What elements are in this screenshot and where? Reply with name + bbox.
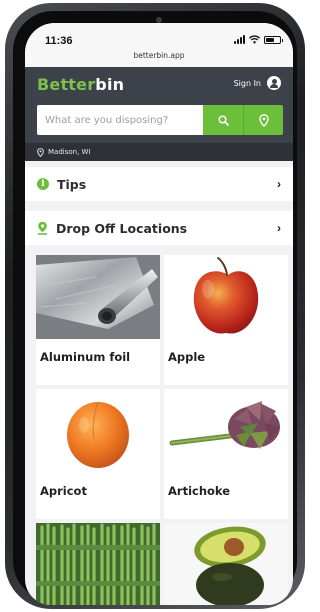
sign-in-label: Sign In — [233, 78, 261, 88]
info-icon: i — [37, 178, 49, 190]
item-card[interactable]: Artichoke — [164, 389, 288, 519]
dropoff-label: Drop Off Locations — [56, 220, 188, 236]
item-name: Artichoke — [168, 484, 231, 498]
sign-in-button[interactable]: Sign In — [234, 76, 281, 90]
item-name: Apple — [168, 350, 206, 364]
clock: 11:36 — [45, 35, 73, 47]
aluminum-foil-image — [36, 255, 160, 339]
search-input[interactable] — [37, 105, 203, 135]
avocado-image — [164, 523, 288, 605]
status-icons — [234, 35, 283, 44]
location-text: Madison, WI — [48, 148, 91, 156]
item-card[interactable] — [164, 523, 288, 605]
location-button[interactable] — [243, 105, 283, 135]
item-card[interactable] — [36, 523, 160, 605]
item-name: Aluminum foil — [40, 350, 131, 364]
chevron-right-icon: › — [277, 221, 281, 235]
dropoff-row[interactable]: Drop Off Locations › — [25, 211, 293, 245]
apricot-image — [36, 389, 160, 473]
item-card[interactable]: Apple — [164, 255, 288, 385]
app-header: Betterbin Sign In — [25, 67, 293, 143]
brand-logo[interactable]: Betterbin — [37, 75, 124, 94]
item-card[interactable]: Aluminum foil — [36, 255, 160, 385]
battery-icon — [264, 35, 283, 44]
search-bar — [37, 105, 283, 135]
map-marker-icon — [38, 221, 47, 235]
item-card[interactable]: Apricot — [36, 389, 160, 519]
phone-frame: 11:36 betterbin.app Betterbin Sign In Wh… — [5, 3, 305, 609]
location-bar[interactable]: Madison, WI — [25, 143, 293, 161]
items-grid: Aluminum foil Apple Apricot Artichoke — [25, 255, 293, 605]
tips-label: Tips — [57, 176, 87, 192]
map-pin-icon — [258, 113, 269, 127]
apple-image — [164, 255, 288, 339]
wifi-icon — [249, 35, 260, 44]
phone-screen: 11:36 betterbin.app Betterbin Sign In Wh… — [25, 23, 293, 605]
asparagus-image — [36, 523, 160, 605]
chevron-right-icon: › — [277, 177, 281, 191]
item-name: Apricot — [40, 484, 87, 498]
signal-icon — [234, 35, 245, 44]
user-icon — [267, 76, 281, 90]
tips-row[interactable]: i Tips › — [25, 167, 293, 201]
search-button[interactable] — [203, 105, 243, 135]
artichoke-image — [164, 389, 288, 473]
search-icon — [217, 114, 229, 126]
location-pin-icon — [37, 147, 44, 157]
status-bar: 11:36 betterbin.app — [25, 23, 293, 67]
url-bar[interactable]: betterbin.app — [25, 51, 293, 60]
